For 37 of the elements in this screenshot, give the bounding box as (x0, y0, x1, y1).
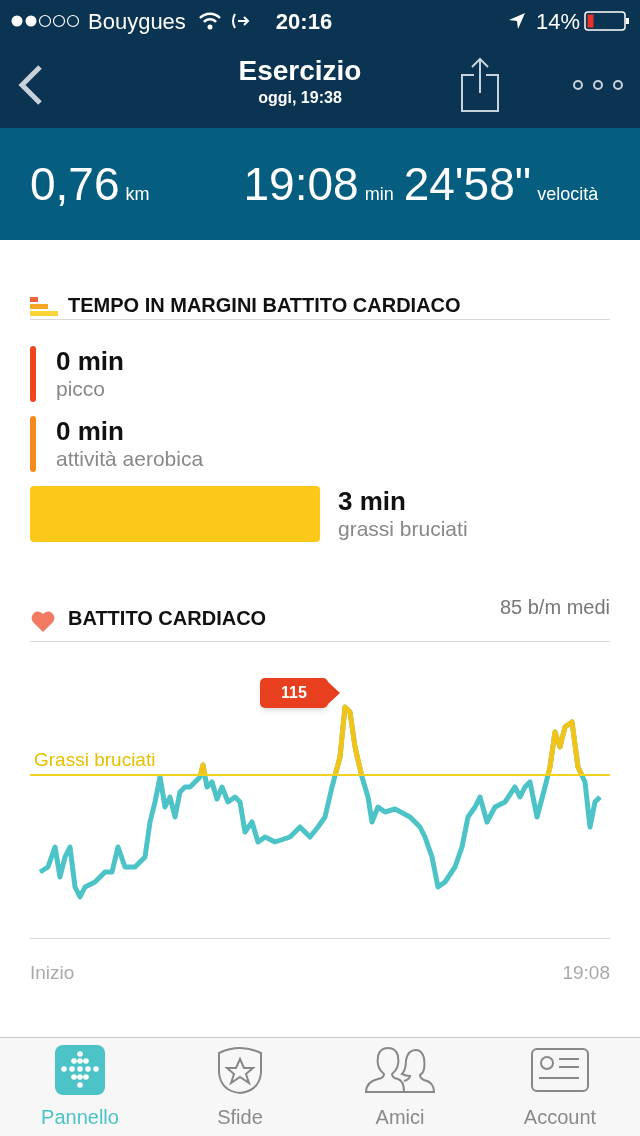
zones-icon (30, 296, 58, 317)
tab[interactable]: Pannello (0, 1038, 160, 1136)
carrier-name: Bouygues (88, 7, 186, 36)
stat-unit: km (125, 182, 150, 206)
screen-title: Esercizio (238, 54, 362, 88)
screen-subtitle: oggi, 19:38 (258, 88, 342, 108)
axis-start-label: Inizio (30, 961, 75, 985)
zone-label: attività aerobica (56, 446, 204, 472)
stat-unit: min (364, 182, 394, 206)
tab[interactable]: Amici (320, 1038, 480, 1136)
tab[interactable]: Account (480, 1038, 640, 1136)
tab[interactable]: Sfide (160, 1038, 320, 1136)
threshold-label: Grassi bruciati (34, 748, 156, 772)
stat-value: 0,76 (30, 156, 120, 212)
stat-value: 24'58" (403, 156, 532, 212)
stat-value: 19:08 (243, 156, 359, 212)
dots-logo-icon (55, 1042, 105, 1098)
average-heart-rate: 85 b/m medi (499, 595, 610, 620)
axis-end-label: 19:08 (562, 961, 610, 985)
location-arrow-icon (507, 12, 526, 30)
battery-percent: 14% (535, 7, 580, 36)
clock-time: 20:16 (275, 7, 333, 36)
call-forward-icon (229, 12, 250, 30)
battery-icon (584, 11, 630, 31)
zone-label: grassi bruciati (338, 516, 468, 542)
zone-minutes: 0 min (56, 416, 125, 446)
zone-minutes: 0 min (56, 346, 124, 376)
section-title: TEMPO IN MARGINI BATTITO CARDIACO (68, 292, 461, 318)
share-button[interactable] (460, 57, 500, 113)
wifi-icon (197, 12, 222, 30)
badge-pointer-icon (327, 681, 341, 705)
section-title: BATTITO CARDIACO (68, 606, 267, 631)
zone-minutes: 3 min (338, 486, 407, 516)
heart-icon (30, 611, 56, 633)
zone-label: picco (56, 376, 107, 402)
stat-unit: velocità (537, 182, 599, 206)
signal-icon (10, 14, 82, 28)
